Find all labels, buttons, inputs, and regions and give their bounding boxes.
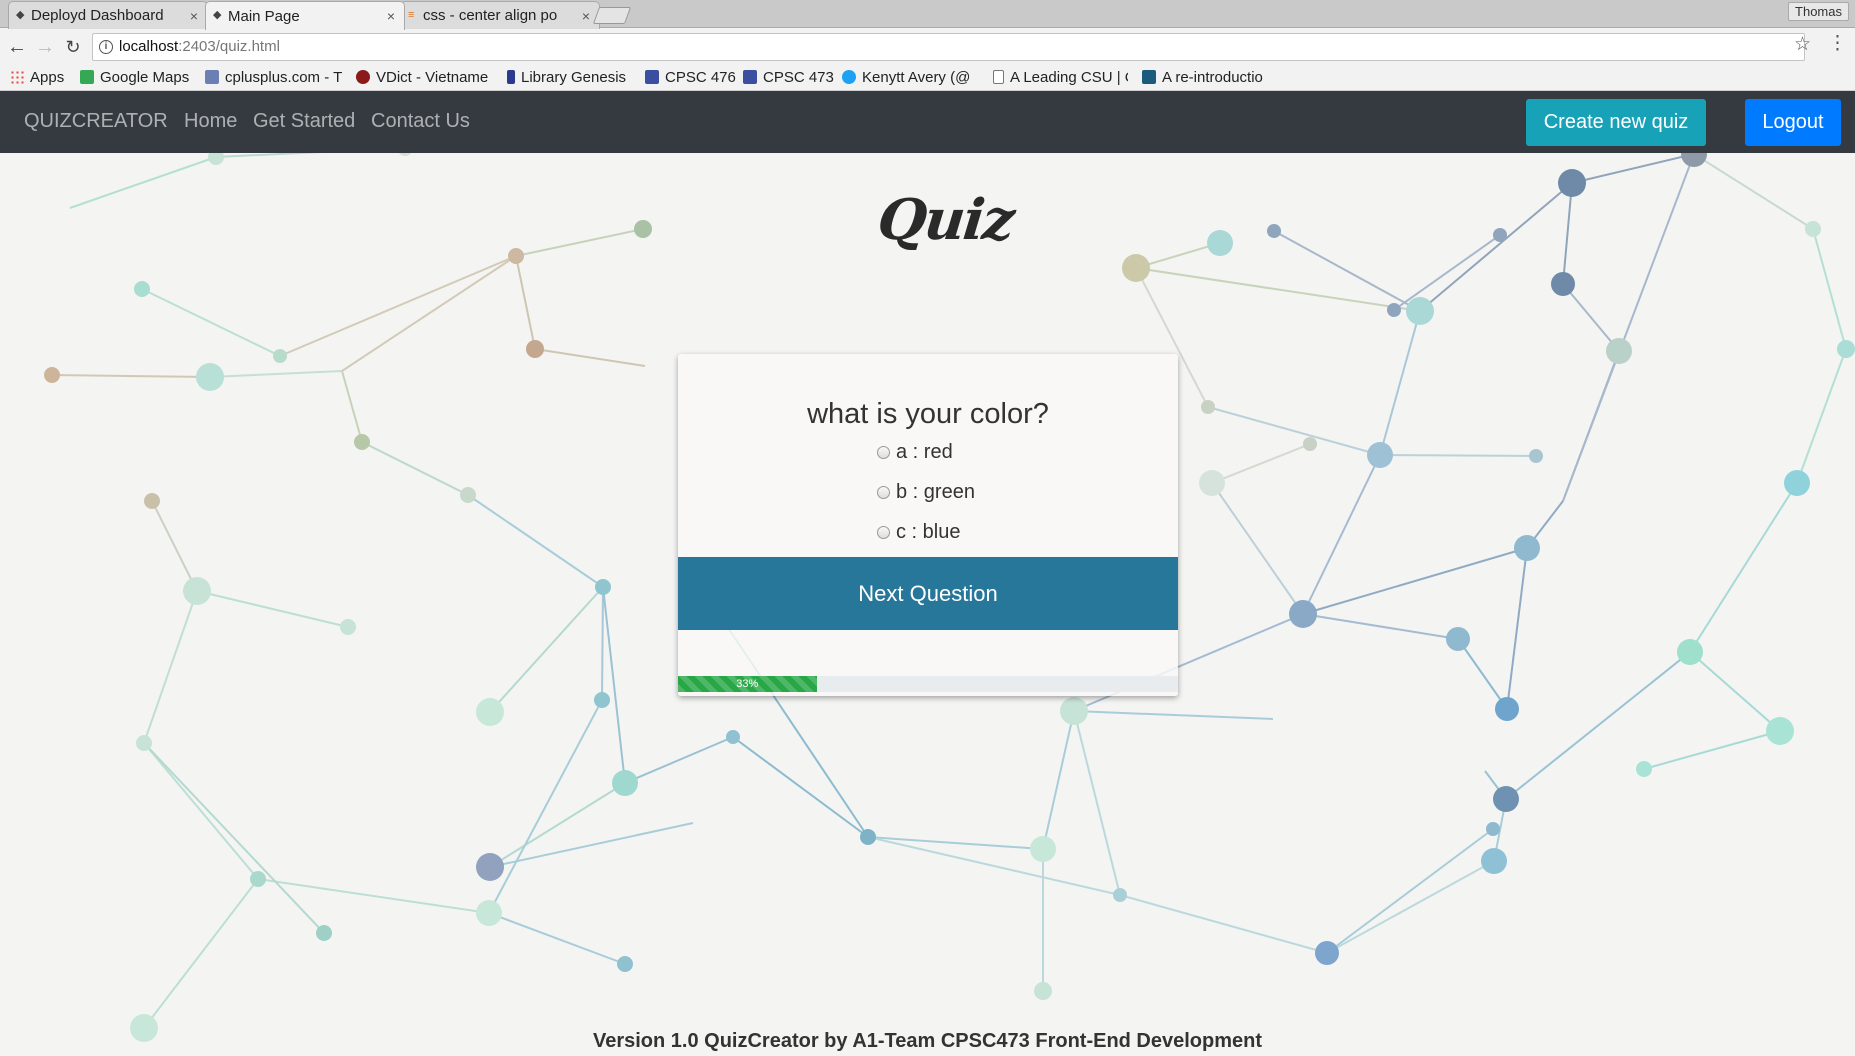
info-icon[interactable]: i [99,40,113,54]
radio-button[interactable] [877,486,890,499]
progress-bar: 33% [678,676,1178,692]
quiz-logo: Quiz [874,187,1017,253]
bookmark-apps[interactable]: Apps [10,69,64,87]
tab-title: Deployd Dashboard [31,7,164,24]
stackoverflow-favicon-icon: ≡ [408,9,415,21]
tab-title: css - center align po [423,7,558,24]
calendar-icon [743,70,757,84]
next-question-button[interactable]: Next Question [678,557,1178,630]
bookmark-kenytt-avery[interactable]: Kenytt Avery (@ [842,69,982,87]
answer-label: b : green [896,481,975,503]
bookmark-library-genesis[interactable]: Library Genesis [507,69,626,87]
close-icon[interactable]: × [384,8,398,24]
tab-title: Main Page [228,7,300,25]
footer-text: Version 1.0 QuizCreator by A1-Team CPSC4… [592,1030,1263,1052]
bookmarks-bar: Apps Google Maps cplusplus.com - T VDict… [0,65,1855,91]
answer-label: c : blue [896,521,961,543]
browser-tab-css-center[interactable]: ≡ css - center align po × [400,1,600,29]
back-arrow-icon[interactable]: ← [5,35,29,59]
address-bar[interactable]: i localhost:2403/quiz.html [92,33,1805,61]
apps-grid-icon [10,70,24,84]
browser-toolbar: ← → ↻ i localhost:2403/quiz.html ☆ ⋮ [0,29,1855,65]
nav-link-get-started[interactable]: Get Started [253,110,355,133]
cplusplus-icon [205,70,219,84]
calendar-icon [645,70,659,84]
nav-link-contact-us[interactable]: Contact Us [371,110,470,133]
profile-button[interactable]: Thomas [1788,2,1849,21]
bookmark-vdict[interactable]: VDict - Vietname [356,69,496,87]
deployd-favicon-icon: ◆ [213,9,222,21]
answer-label: a : red [896,441,953,463]
forward-arrow-icon[interactable]: → [33,35,57,59]
create-new-quiz-button[interactable]: Create new quiz [1526,99,1706,146]
nav-link-home[interactable]: Home [184,110,237,133]
deployd-favicon-icon: ◆ [16,9,25,21]
close-icon[interactable]: × [579,8,593,24]
browser-tab-strip: ◆ Deployd Dashboard × ◆ Main Page × ≡ cs… [0,0,1855,30]
maps-icon [80,70,94,84]
browser-tab-main-page[interactable]: ◆ Main Page × [205,1,405,30]
new-tab-button[interactable] [592,7,632,24]
progress-fill: 33% [678,676,817,692]
mdn-icon [1142,70,1156,84]
app-navbar: QUIZCREATOR Home Get Started Contact Us … [0,91,1855,153]
quiz-card: what is your color? a : red b : green c … [678,354,1178,696]
bookmark-cpsc-473[interactable]: CPSC 473 [743,69,834,87]
twitter-icon [842,70,856,84]
question-text: what is your color? [807,398,1049,430]
bookmark-cplusplus[interactable]: cplusplus.com - T [205,69,345,87]
browser-tab-deployd[interactable]: ◆ Deployd Dashboard × [8,1,208,29]
bookmark-cpsc-476[interactable]: CPSC 476 [645,69,736,87]
page-icon [993,70,1004,84]
vdict-icon [356,70,370,84]
close-icon[interactable]: × [187,8,201,24]
radio-button[interactable] [877,526,890,539]
reload-icon[interactable]: ↻ [61,35,85,59]
answer-option-b[interactable]: b : green [877,480,975,504]
url-path: :2403/quiz.html [178,38,280,55]
bookmark-star-icon[interactable]: ☆ [1794,33,1811,56]
url-host: localhost [119,38,179,55]
logout-button[interactable]: Logout [1745,99,1841,146]
radio-button[interactable] [877,446,890,459]
brand-link[interactable]: QUIZCREATOR [24,110,168,133]
page-viewport: QUIZCREATOR Home Get Started Contact Us … [0,91,1855,1056]
bookmark-re-introduction[interactable]: A re-introductio [1142,69,1282,87]
browser-menu-icon[interactable]: ⋮ [1828,32,1847,55]
answer-option-a[interactable]: a : red [877,440,953,464]
answer-option-c[interactable]: c : blue [877,520,960,544]
libgen-icon [507,70,515,84]
bookmark-leading-csu[interactable]: A Leading CSU | C [993,69,1128,87]
bookmark-google-maps[interactable]: Google Maps [80,69,189,87]
